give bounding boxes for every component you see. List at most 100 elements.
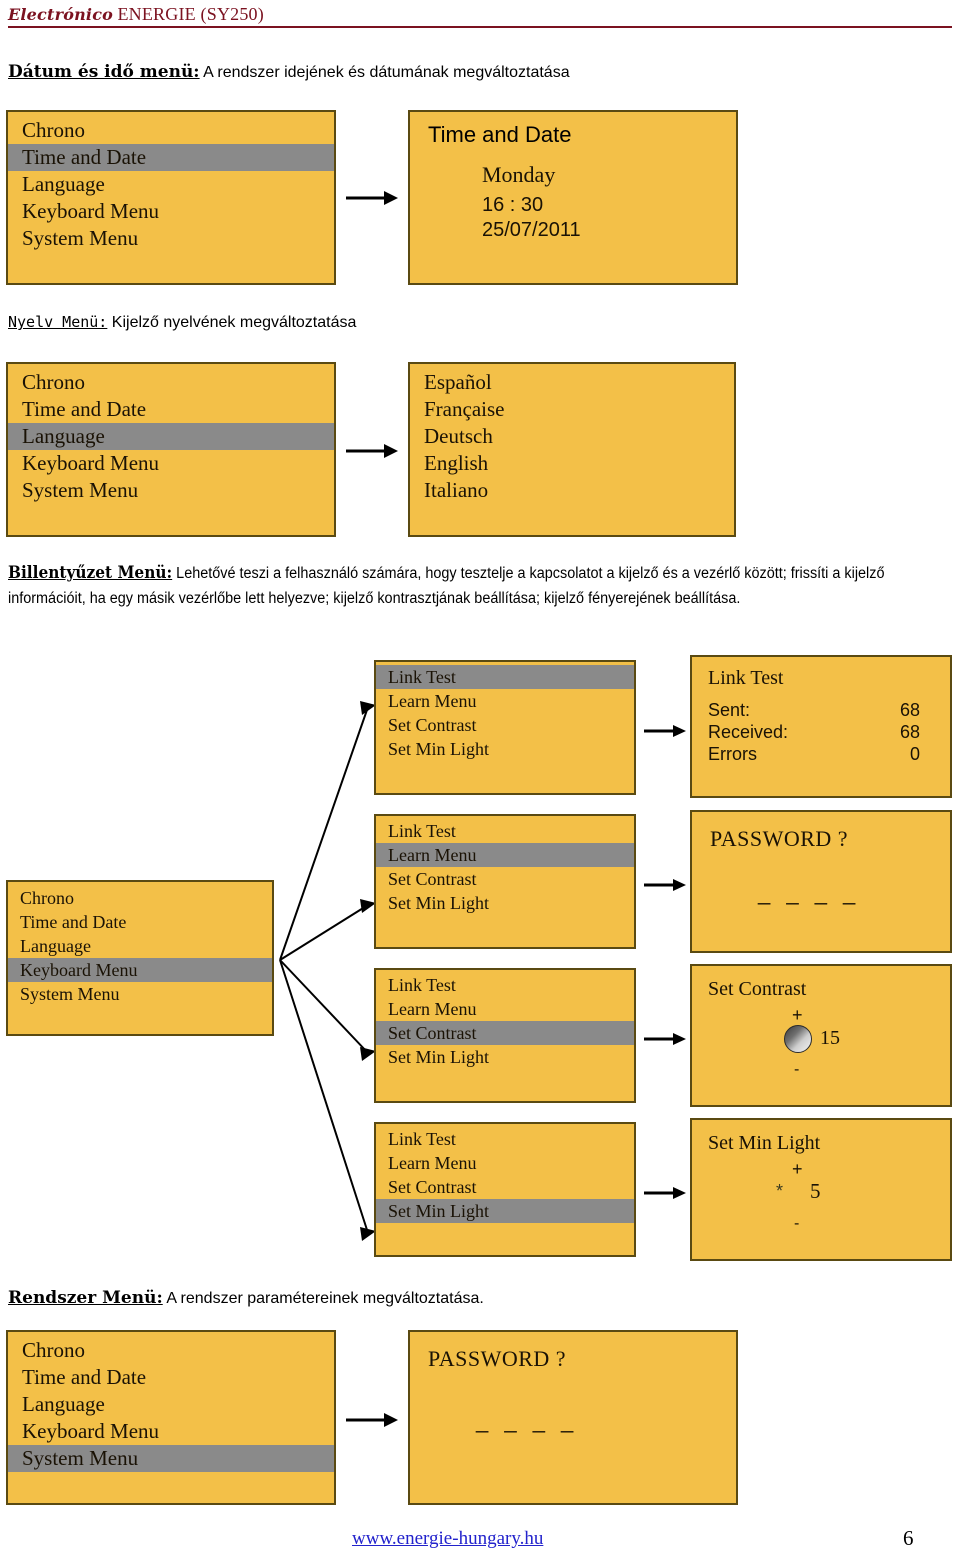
password-input-dashes[interactable]: _ _ _ _ (410, 1372, 736, 1434)
branch-arrows-icon (276, 655, 386, 1265)
menu-item-keyboard-menu[interactable]: Keyboard Menu (8, 450, 334, 477)
decrease-button[interactable]: - (794, 1061, 799, 1079)
link-test-rows: Sent: 68 Received: 68 Errors 0 (692, 700, 950, 766)
submenu-item-set-contrast[interactable]: Set Contrast (376, 867, 634, 891)
menu-item-language[interactable]: Language (8, 171, 334, 198)
section-heading-datetime-rest: A rendszer idejének és dátumának megvált… (199, 64, 570, 81)
time-date-time: 16 : 30 (482, 194, 544, 216)
language-item-english[interactable]: English (410, 450, 734, 477)
time-date-day: Monday (482, 162, 556, 187)
screen-keyboard-submenu-learn-menu[interactable]: Link Test Learn Menu Set Contrast Set Mi… (374, 814, 636, 949)
menu-list: Chrono Time and Date Language Keyboard M… (8, 112, 334, 252)
arrow-right-icon (644, 1030, 686, 1048)
contrast-value: 15 (820, 1027, 840, 1049)
screen-language-list[interactable]: Español Française Deutsch English Italia… (408, 362, 736, 537)
section-heading-system-rest: A rendszer paramétereinek megváltoztatás… (162, 1290, 484, 1307)
increase-button[interactable]: + (792, 1159, 803, 1180)
submenu-item-link-test[interactable]: Link Test (376, 665, 634, 689)
submenu-list: Link Test Learn Menu Set Contrast Set Mi… (376, 816, 634, 915)
section-heading-language-rest: Kijelző nyelvének megváltoztatása (107, 314, 357, 331)
menu-item-language[interactable]: Language (8, 934, 272, 958)
menu-item-system-menu[interactable]: System Menu (8, 982, 272, 1006)
submenu-list: Link Test Learn Menu Set Contrast Set Mi… (376, 1124, 634, 1223)
submenu-item-set-contrast[interactable]: Set Contrast (376, 1021, 634, 1045)
arrow-right-icon (644, 876, 686, 894)
link-test-title: Link Test (708, 667, 784, 689)
screen-set-min-light[interactable]: Set Min Light + * 5 - (690, 1118, 952, 1261)
increase-button[interactable]: + (792, 1005, 803, 1026)
submenu-item-learn-menu[interactable]: Learn Menu (376, 689, 634, 713)
submenu-list: Link Test Learn Menu Set Contrast Set Mi… (376, 970, 634, 1069)
arrow-right-icon (346, 441, 398, 461)
password-title: PASSWORD ? (428, 1346, 567, 1371)
section-heading-system: Rendszer Menü: A rendszer paramétereinek… (8, 1288, 484, 1308)
link-test-received-label: Received: (708, 721, 789, 742)
link-test-errors-label: Errors (708, 743, 757, 764)
set-contrast-control[interactable]: + - 15 (692, 1005, 950, 1085)
brand-title: Electrónico ENERGIE (SY250) (8, 4, 952, 25)
submenu-item-set-min-light[interactable]: Set Min Light (376, 891, 634, 915)
screen-keyboard-submenu-set-contrast[interactable]: Link Test Learn Menu Set Contrast Set Mi… (374, 968, 636, 1103)
link-test-row-errors: Errors 0 (708, 744, 920, 766)
screen-time-and-date[interactable]: Time and Date Monday 16 : 30 25/07/2011 (408, 110, 738, 285)
screen-main-menu-language-selected[interactable]: Chrono Time and Date Language Keyboard M… (6, 362, 336, 537)
screen-main-menu-keyboard-selected[interactable]: Chrono Time and Date Language Keyboard M… (6, 880, 274, 1036)
footer-website-link[interactable]: www.energie-hungary.hu (352, 1528, 543, 1550)
submenu-item-set-min-light[interactable]: Set Min Light (376, 737, 634, 761)
arrow-right-icon (644, 722, 686, 740)
language-item-espanol[interactable]: Español (410, 369, 734, 396)
submenu-item-set-min-light[interactable]: Set Min Light (376, 1045, 634, 1069)
submenu-item-learn-menu[interactable]: Learn Menu (376, 1151, 634, 1175)
menu-item-language[interactable]: Language (8, 1391, 334, 1418)
menu-item-chrono[interactable]: Chrono (8, 117, 334, 144)
submenu-list: Link Test Learn Menu Set Contrast Set Mi… (376, 662, 634, 761)
set-min-light-control[interactable]: + * 5 - (692, 1159, 950, 1239)
menu-item-chrono[interactable]: Chrono (8, 1337, 334, 1364)
menu-item-time-and-date[interactable]: Time and Date (8, 1364, 334, 1391)
link-test-sent-label: Sent: (708, 700, 751, 720)
submenu-item-link-test[interactable]: Link Test (376, 1127, 634, 1151)
menu-item-keyboard-menu[interactable]: Keyboard Menu (8, 958, 272, 982)
min-light-value: 5 (810, 1179, 821, 1203)
menu-item-keyboard-menu[interactable]: Keyboard Menu (8, 198, 334, 225)
menu-item-chrono[interactable]: Chrono (8, 886, 272, 910)
screen-link-test-result[interactable]: Link Test Sent: 68 Received: 68 Errors 0 (690, 655, 952, 798)
section-heading-keyboard-lead: Billentyűzet Menü: (8, 563, 173, 582)
language-item-francaise[interactable]: Française (410, 396, 734, 423)
submenu-item-learn-menu[interactable]: Learn Menu (376, 997, 634, 1021)
language-item-deutsch[interactable]: Deutsch (410, 423, 734, 450)
language-item-italiano[interactable]: Italiano (410, 477, 734, 504)
menu-item-time-and-date[interactable]: Time and Date (8, 910, 272, 934)
submenu-item-learn-menu[interactable]: Learn Menu (376, 843, 634, 867)
time-date-date: 25/07/2011 (482, 219, 581, 241)
screen-main-menu-system-selected[interactable]: Chrono Time and Date Language Keyboard M… (6, 1330, 336, 1505)
menu-item-time-and-date[interactable]: Time and Date (8, 144, 334, 171)
submenu-item-link-test[interactable]: Link Test (376, 819, 634, 843)
document-header: Electrónico ENERGIE (SY250) (8, 4, 952, 28)
submenu-item-set-contrast[interactable]: Set Contrast (376, 1175, 634, 1199)
screen-set-contrast[interactable]: Set Contrast + - 15 (690, 964, 952, 1107)
menu-item-system-menu[interactable]: System Menu (8, 1445, 334, 1472)
screen-keyboard-submenu-link-test[interactable]: Link Test Learn Menu Set Contrast Set Mi… (374, 660, 636, 795)
screen-main-menu-time-selected[interactable]: Chrono Time and Date Language Keyboard M… (6, 110, 336, 285)
password-input-dashes[interactable]: _ _ _ _ (692, 852, 950, 906)
submenu-item-set-min-light[interactable]: Set Min Light (376, 1199, 634, 1223)
menu-item-system-menu[interactable]: System Menu (8, 477, 334, 504)
contrast-knob-icon[interactable] (784, 1025, 812, 1053)
submenu-item-link-test[interactable]: Link Test (376, 973, 634, 997)
submenu-item-set-contrast[interactable]: Set Contrast (376, 713, 634, 737)
screen-password-system[interactable]: PASSWORD ? _ _ _ _ (408, 1330, 738, 1505)
screen-password-learn[interactable]: PASSWORD ? _ _ _ _ (690, 810, 952, 953)
decrease-button[interactable]: - (794, 1215, 799, 1233)
arrow-right-icon (346, 1410, 398, 1430)
link-test-errors-value: 0 (909, 743, 920, 764)
menu-item-language[interactable]: Language (8, 423, 334, 450)
set-min-light-title: Set Min Light (708, 1132, 821, 1154)
menu-item-time-and-date[interactable]: Time and Date (8, 396, 334, 423)
menu-item-system-menu[interactable]: System Menu (8, 225, 334, 252)
menu-item-chrono[interactable]: Chrono (8, 369, 334, 396)
screen-keyboard-submenu-set-min-light[interactable]: Link Test Learn Menu Set Contrast Set Mi… (374, 1122, 636, 1257)
menu-list: Chrono Time and Date Language Keyboard M… (8, 364, 334, 504)
brightness-star-icon: * (776, 1181, 784, 1201)
menu-item-keyboard-menu[interactable]: Keyboard Menu (8, 1418, 334, 1445)
